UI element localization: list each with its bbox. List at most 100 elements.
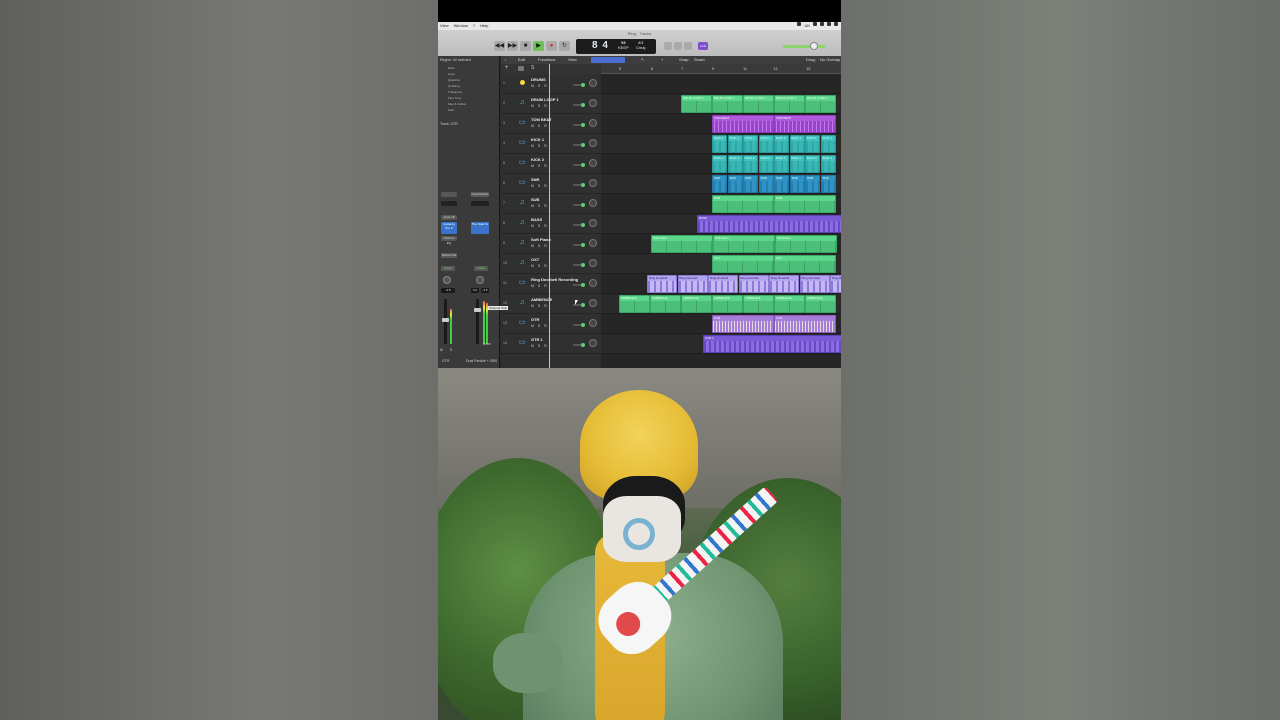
region[interactable]: Ring Doorbell: [769, 275, 799, 293]
region[interactable]: GTR 1: [703, 335, 841, 353]
track-pan-knob[interactable]: [589, 139, 597, 147]
track-volume[interactable]: [573, 243, 585, 247]
region[interactable]: KICK 1: [789, 135, 805, 153]
region[interactable]: KICK 1: [743, 135, 758, 153]
play-button[interactable]: ▶: [533, 41, 544, 51]
track-volume[interactable]: [573, 263, 585, 267]
track-msr-buttons[interactable]: M S R: [531, 144, 548, 148]
view-mode-icons[interactable]: [591, 57, 625, 63]
param-qswing[interactable]: Q-Swing: [448, 84, 460, 88]
region[interactable]: AMBIENCE: [712, 295, 743, 313]
region[interactable]: BASS: [697, 215, 841, 233]
region[interactable]: DRUM LOOP 1: [743, 95, 774, 113]
track-pan-knob[interactable]: [589, 79, 597, 87]
pan-knob-left[interactable]: [443, 276, 451, 284]
track-name[interactable]: KICK 1: [531, 137, 544, 142]
bounce-button[interactable]: Bnce: [483, 342, 491, 346]
region[interactable]: Ring Doorbell: [830, 275, 841, 293]
track-msr-buttons[interactable]: M S R: [531, 124, 548, 128]
metronome-icon[interactable]: [664, 42, 672, 50]
region[interactable]: GTR: [712, 315, 774, 333]
region[interactable]: KICK 1: [758, 135, 774, 153]
region[interactable]: SNR: [805, 175, 820, 193]
menu-help[interactable]: Help: [480, 22, 488, 30]
menu-view[interactable]: View: [440, 22, 449, 30]
keyboard-layout[interactable]: UK: [804, 22, 810, 30]
fader-cap-right[interactable]: [474, 308, 481, 312]
playhead[interactable]: [549, 64, 550, 368]
track-header[interactable]: 11 ▭ Ring Doorbell Recording M S R: [501, 274, 601, 294]
track-name[interactable]: Ring Doorbell Recording: [531, 277, 578, 282]
lcd-mode-button[interactable]: LCD: [698, 42, 708, 50]
track-volume[interactable]: [573, 183, 585, 187]
track-pan-knob[interactable]: [589, 199, 597, 207]
track-header[interactable]: 2 ♫ DRUM LOOP 1 M S R: [501, 94, 601, 114]
region[interactable]: KICK 2: [789, 155, 805, 173]
tool-menu-icon[interactable]: +: [661, 57, 663, 62]
solo-button-left[interactable]: S: [450, 348, 452, 352]
track-name[interactable]: BASS: [531, 217, 542, 222]
region[interactable]: Soft Piano: [713, 235, 775, 253]
region[interactable]: Ring Doorbell: [799, 275, 830, 293]
fader-track-right[interactable]: [476, 299, 479, 344]
drag-value[interactable]: No Overlap: [820, 57, 840, 62]
region[interactable]: KICK 1: [805, 135, 820, 153]
region[interactable]: KICK 2: [820, 155, 836, 173]
region[interactable]: SUB: [712, 195, 774, 213]
region[interactable]: SNR: [727, 175, 743, 193]
region[interactable]: TOM BEAT: [712, 115, 774, 133]
region[interactable]: KICK 2: [774, 155, 789, 173]
track-msr-buttons[interactable]: M S R: [531, 84, 548, 88]
region[interactable]: AMBIENCE: [681, 295, 712, 313]
eq-thumbnail-right[interactable]: [471, 201, 489, 206]
region[interactable]: TOM BEAT: [774, 115, 836, 133]
track-header[interactable]: 13 ▭ GTR M S R: [501, 314, 601, 334]
track-volume[interactable]: [573, 163, 585, 167]
region[interactable]: Soft Piano: [651, 235, 713, 253]
region[interactable]: KICK 2: [727, 155, 743, 173]
region[interactable]: Ring Doorbell: [647, 275, 677, 293]
region[interactable]: KICK 1: [712, 135, 727, 153]
track-pan-knob[interactable]: [589, 99, 597, 107]
track-pan-knob[interactable]: [589, 319, 597, 327]
track-name[interactable]: SNR: [531, 177, 539, 182]
count-in-icon[interactable]: [684, 42, 692, 50]
region[interactable]: DRUM LOOP 1: [712, 95, 743, 113]
track-header[interactable]: 4 ▭ KICK 1 M S R: [501, 134, 601, 154]
pan-knob-right[interactable]: [476, 276, 484, 284]
track-volume[interactable]: [573, 83, 585, 87]
menu-window[interactable]: Window: [454, 22, 468, 30]
menu-help-icon[interactable]: ?: [473, 22, 475, 30]
track-msr-buttons[interactable]: M S R: [531, 224, 548, 228]
track-header[interactable]: 5 ▭ KICK 2 M S R: [501, 154, 601, 174]
plugin-dual-fx[interactable]: The Dual Fx: [471, 222, 489, 234]
track-pan-knob[interactable]: [589, 279, 597, 287]
mute-button-left[interactable]: M: [440, 348, 443, 352]
automation-read-left[interactable]: Read: [441, 266, 455, 271]
track-msr-buttons[interactable]: M S R: [531, 184, 548, 188]
track-name[interactable]: DRUMS: [531, 77, 546, 82]
region[interactable]: Soft Piano: [775, 235, 837, 253]
battery-icon[interactable]: [820, 22, 824, 26]
cycle-button[interactable]: ↻: [559, 41, 570, 51]
track-name[interactable]: Soft Piano: [531, 237, 551, 242]
track-msr-buttons[interactable]: M S R: [531, 264, 548, 268]
track-pan-knob[interactable]: [589, 179, 597, 187]
global-tracks-icon[interactable]: [518, 66, 524, 71]
track-volume[interactable]: [573, 103, 585, 107]
region[interactable]: GTR: [774, 315, 836, 333]
track-header[interactable]: 12 ♫ AMBIENCE M S R: [501, 294, 601, 314]
region[interactable]: Ring Doorbell: [738, 275, 769, 293]
region[interactable]: Ring Doorbell: [708, 275, 738, 293]
region[interactable]: SNR: [820, 175, 836, 193]
region[interactable]: SNR: [712, 175, 727, 193]
toolbar-icon[interactable]: ‹: [505, 57, 506, 62]
pencil-icon[interactable]: [674, 42, 682, 50]
region[interactable]: OXT: [712, 255, 774, 273]
region[interactable]: AMBIENCE: [619, 295, 650, 313]
region[interactable]: SUB: [774, 195, 836, 213]
region[interactable]: AMBIENCE: [650, 295, 681, 313]
track-pan-knob[interactable]: [589, 339, 597, 347]
track-pan-knob[interactable]: [589, 239, 597, 247]
track-name[interactable]: DRUM LOOP 1: [531, 97, 559, 102]
